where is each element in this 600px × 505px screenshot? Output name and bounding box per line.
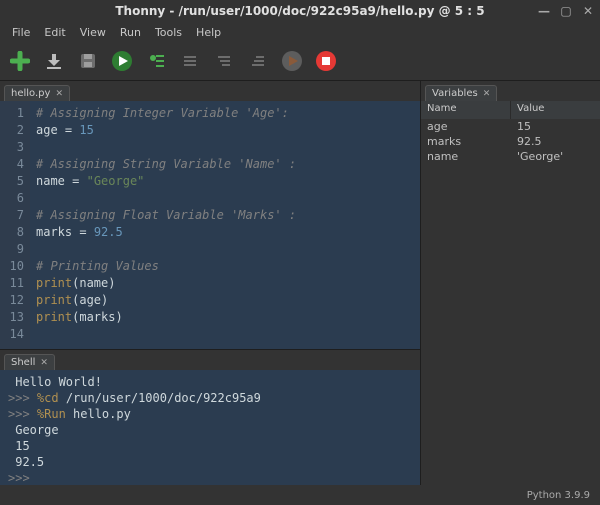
save-icon[interactable]	[74, 47, 102, 75]
line-gutter: 1234567891011121314	[0, 101, 30, 349]
open-icon[interactable]	[40, 47, 68, 75]
shell-tabrow: Shell ✕	[0, 350, 420, 370]
variables-tabrow: Variables ✕	[421, 81, 600, 101]
shell-output[interactable]: Hello World!>>> %cd /run/user/1000/doc/9…	[0, 370, 420, 485]
editor-tabrow: hello.py ✕	[0, 81, 420, 101]
titlebar: Thonny - /run/user/1000/doc/922c95a9/hel…	[0, 0, 600, 22]
close-variables-icon[interactable]: ✕	[483, 89, 491, 99]
variables-tab[interactable]: Variables ✕	[425, 85, 497, 101]
menubar: FileEditViewRunToolsHelp	[0, 22, 600, 42]
variable-value: 'George'	[511, 150, 600, 163]
variables-col-name[interactable]: Name	[421, 101, 511, 119]
editor-tab[interactable]: hello.py ✕	[4, 85, 70, 101]
menu-help[interactable]: Help	[190, 24, 227, 41]
resume-icon[interactable]	[278, 47, 306, 75]
step-into-icon[interactable]	[210, 47, 238, 75]
variable-name: name	[421, 150, 511, 163]
code-editor[interactable]: 1234567891011121314 # Assigning Integer …	[0, 101, 420, 349]
variables-col-value[interactable]: Value	[511, 101, 550, 119]
run-icon[interactable]	[108, 47, 136, 75]
variable-name: age	[421, 120, 511, 133]
close-tab-icon[interactable]: ✕	[55, 89, 63, 99]
stop-icon[interactable]	[312, 47, 340, 75]
menu-view[interactable]: View	[74, 24, 112, 41]
variables-panel: Variables ✕ Name Value age15marks92.5nam…	[420, 81, 600, 485]
interpreter-label[interactable]: Python 3.9.9	[527, 490, 590, 501]
new-icon[interactable]	[6, 47, 34, 75]
toolbar	[0, 42, 600, 80]
variable-row[interactable]: marks92.5	[421, 134, 600, 149]
close-shell-icon[interactable]: ✕	[40, 358, 48, 368]
variable-value: 92.5	[511, 135, 600, 148]
variables-tab-label: Variables	[432, 88, 478, 99]
menu-run[interactable]: Run	[114, 24, 147, 41]
menu-file[interactable]: File	[6, 24, 36, 41]
code-area[interactable]: # Assigning Integer Variable 'Age':age =…	[30, 101, 420, 349]
variables-header: Name Value	[421, 101, 600, 119]
shell-panel: Shell ✕ Hello World!>>> %cd /run/user/10…	[0, 349, 420, 485]
variables-body: age15marks92.5name'George'	[421, 119, 600, 485]
main-area: hello.py ✕ 1234567891011121314 # Assigni…	[0, 80, 600, 485]
maximize-icon[interactable]: ▢	[560, 4, 572, 18]
left-column: hello.py ✕ 1234567891011121314 # Assigni…	[0, 81, 420, 485]
window-controls: — ▢ ✕	[538, 4, 594, 18]
menu-tools[interactable]: Tools	[149, 24, 188, 41]
minimize-icon[interactable]: —	[538, 4, 550, 18]
editor-tab-label: hello.py	[11, 88, 50, 99]
variable-row[interactable]: name'George'	[421, 149, 600, 164]
shell-tab-label: Shell	[11, 357, 35, 368]
menu-edit[interactable]: Edit	[38, 24, 71, 41]
step-over-icon[interactable]	[176, 47, 204, 75]
variable-row[interactable]: age15	[421, 119, 600, 134]
variable-name: marks	[421, 135, 511, 148]
close-icon[interactable]: ✕	[582, 4, 594, 18]
debug-icon[interactable]	[142, 47, 170, 75]
step-out-icon[interactable]	[244, 47, 272, 75]
shell-tab[interactable]: Shell ✕	[4, 354, 55, 370]
variable-value: 15	[511, 120, 600, 133]
statusbar: Python 3.9.9	[0, 485, 600, 505]
window-title: Thonny - /run/user/1000/doc/922c95a9/hel…	[115, 4, 484, 18]
